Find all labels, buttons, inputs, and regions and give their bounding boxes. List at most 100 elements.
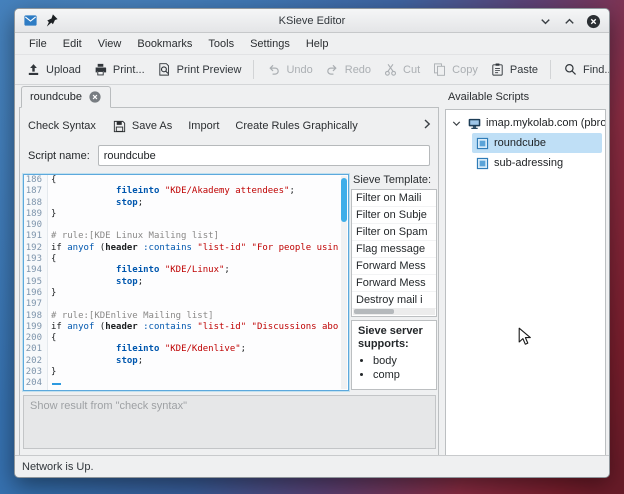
- editor-scrollbar-thumb[interactable]: [341, 178, 347, 222]
- close-button[interactable]: [586, 14, 601, 29]
- script-name-label: Script name:: [28, 150, 90, 162]
- editor-line: 196}: [24, 288, 348, 299]
- template-item[interactable]: Filter on Maili: [352, 190, 436, 207]
- toolbar-separator: [550, 60, 551, 79]
- app-icon: [23, 13, 38, 28]
- template-item[interactable]: Filter on Subje: [352, 207, 436, 224]
- hscrollbar-thumb[interactable]: [354, 309, 394, 314]
- redo-icon: [325, 62, 340, 77]
- toolbar-upload-label: Upload: [46, 64, 81, 76]
- tree-item-server[interactable]: imap.mykolab.com (pbro…: [446, 113, 605, 133]
- check-syntax-result-area[interactable]: Show result from "check syntax": [23, 395, 436, 449]
- tab-roundcube[interactable]: roundcube: [21, 86, 111, 108]
- toolbar-find-button[interactable]: Find...: [558, 58, 610, 81]
- toolbar-redo-button[interactable]: Redo: [320, 58, 376, 81]
- minimize-button[interactable]: [538, 14, 553, 29]
- editor-line: 202 stop;: [24, 356, 348, 367]
- editor-line: 187 fileinto "KDE/Akademy attendees";: [24, 186, 348, 197]
- toolbar-print-button[interactable]: Print...: [88, 58, 150, 81]
- statusbar: Network is Up.: [15, 455, 609, 477]
- code-text: {: [48, 333, 348, 344]
- pin-icon[interactable]: [44, 13, 59, 28]
- code-text: [48, 220, 348, 231]
- line-number: 187: [24, 186, 48, 197]
- template-item[interactable]: Destroy mail i: [352, 292, 436, 309]
- menu-edit[interactable]: Edit: [55, 35, 90, 53]
- menu-file[interactable]: File: [21, 35, 55, 53]
- cut-icon: [383, 62, 398, 77]
- code-text: [48, 299, 348, 310]
- undo-icon: [266, 62, 281, 77]
- search-icon: [563, 62, 578, 77]
- action-import-button[interactable]: Import: [188, 120, 219, 132]
- code-text: stop;: [48, 198, 348, 209]
- scripts-tree[interactable]: imap.mykolab.com (pbro… roundcubesub-adr…: [445, 109, 606, 457]
- toolbar-copy-button[interactable]: Copy: [427, 58, 483, 81]
- capability-item: comp: [373, 368, 432, 382]
- save-icon: [112, 119, 127, 134]
- editor-tab-frame: Check Syntax Save As Import Create Rules Gr…: [19, 107, 439, 456]
- action-create-rules-graphically-button[interactable]: Create Rules Graphically: [235, 120, 357, 132]
- toolbar-undo-button[interactable]: Undo: [261, 58, 317, 81]
- code-text: stop;: [48, 277, 348, 288]
- server-label: imap.mykolab.com (pbro…: [486, 117, 605, 129]
- code-text: }: [48, 209, 348, 220]
- toolbar-separator: [253, 60, 254, 79]
- line-number: 191: [24, 231, 48, 242]
- line-number: 189: [24, 209, 48, 220]
- line-number: 203: [24, 367, 48, 378]
- code-text: stop;: [48, 356, 348, 367]
- template-item[interactable]: Forward Mess: [352, 275, 436, 292]
- code-text: {: [48, 175, 348, 186]
- code-text: [48, 378, 348, 389]
- template-list-hscrollbar[interactable]: [353, 308, 435, 315]
- text-cursor: [52, 383, 61, 385]
- code-text: {: [48, 254, 348, 265]
- toolbar-overflow-button[interactable]: [419, 116, 435, 132]
- template-item[interactable]: Forward Mess: [352, 258, 436, 275]
- tree-item-sub-adressing[interactable]: sub-adressing: [472, 153, 602, 173]
- paste-icon: [490, 62, 505, 77]
- editor-line: 195 stop;: [24, 277, 348, 288]
- toolbar-copy-label: Copy: [452, 64, 478, 76]
- toolbar-upload-button[interactable]: Upload: [21, 58, 86, 81]
- template-item[interactable]: Filter on Spam: [352, 224, 436, 241]
- ksieve-editor-window[interactable]: KSieve Editor FileEditViewBookmarksTools…: [14, 8, 610, 478]
- action-save-as-button[interactable]: Save As: [112, 119, 172, 134]
- expander-icon[interactable]: [450, 117, 463, 130]
- sieve-template-list[interactable]: Filter on MailiFilter on SubjeFilter on …: [351, 189, 437, 317]
- editor-line: 198# rule:[KDEnlive Mailing list]: [24, 311, 348, 322]
- network-status-text: Network is Up.: [22, 461, 94, 473]
- editor-line: 193{: [24, 254, 348, 265]
- script-icon: [475, 136, 490, 151]
- menu-help[interactable]: Help: [298, 35, 337, 53]
- toolbar-print-preview-button[interactable]: Print Preview: [152, 58, 247, 81]
- editor-line: 186{: [24, 175, 348, 186]
- titlebar[interactable]: KSieve Editor: [15, 9, 609, 33]
- toolbar-paste-button[interactable]: Paste: [485, 58, 543, 81]
- toolbar: Upload Print... Print Preview UndoRedoCut Co…: [15, 55, 609, 85]
- line-number: 195: [24, 277, 48, 288]
- editor-scrollbar[interactable]: [341, 176, 347, 389]
- line-number: 204: [24, 378, 48, 389]
- toolbar-cut-button[interactable]: Cut: [378, 58, 425, 81]
- line-number: 188: [24, 198, 48, 209]
- menu-settings[interactable]: Settings: [242, 35, 298, 53]
- tree-item-roundcube[interactable]: roundcube: [472, 133, 602, 153]
- window-title: KSieve Editor: [15, 15, 609, 27]
- menu-bookmarks[interactable]: Bookmarks: [129, 35, 200, 53]
- script-editor[interactable]: 186{187 fileinto "KDE/Akademy attendees"…: [23, 174, 349, 391]
- template-item[interactable]: Flag message: [352, 241, 436, 258]
- maximize-button[interactable]: [562, 14, 577, 29]
- line-number: 194: [24, 265, 48, 276]
- toolbar-print-preview-label: Print Preview: [177, 64, 242, 76]
- toolbar-print-label: Print...: [113, 64, 145, 76]
- tab-close-icon[interactable]: [88, 90, 102, 104]
- capability-item: body: [373, 354, 432, 368]
- script-name-input[interactable]: [98, 145, 430, 166]
- action-check-syntax-button[interactable]: Check Syntax: [28, 120, 96, 132]
- toolbar-paste-label: Paste: [510, 64, 538, 76]
- menu-view[interactable]: View: [90, 35, 130, 53]
- sieve-template-label: Sieve Template:: [353, 174, 437, 186]
- menu-tools[interactable]: Tools: [200, 35, 242, 53]
